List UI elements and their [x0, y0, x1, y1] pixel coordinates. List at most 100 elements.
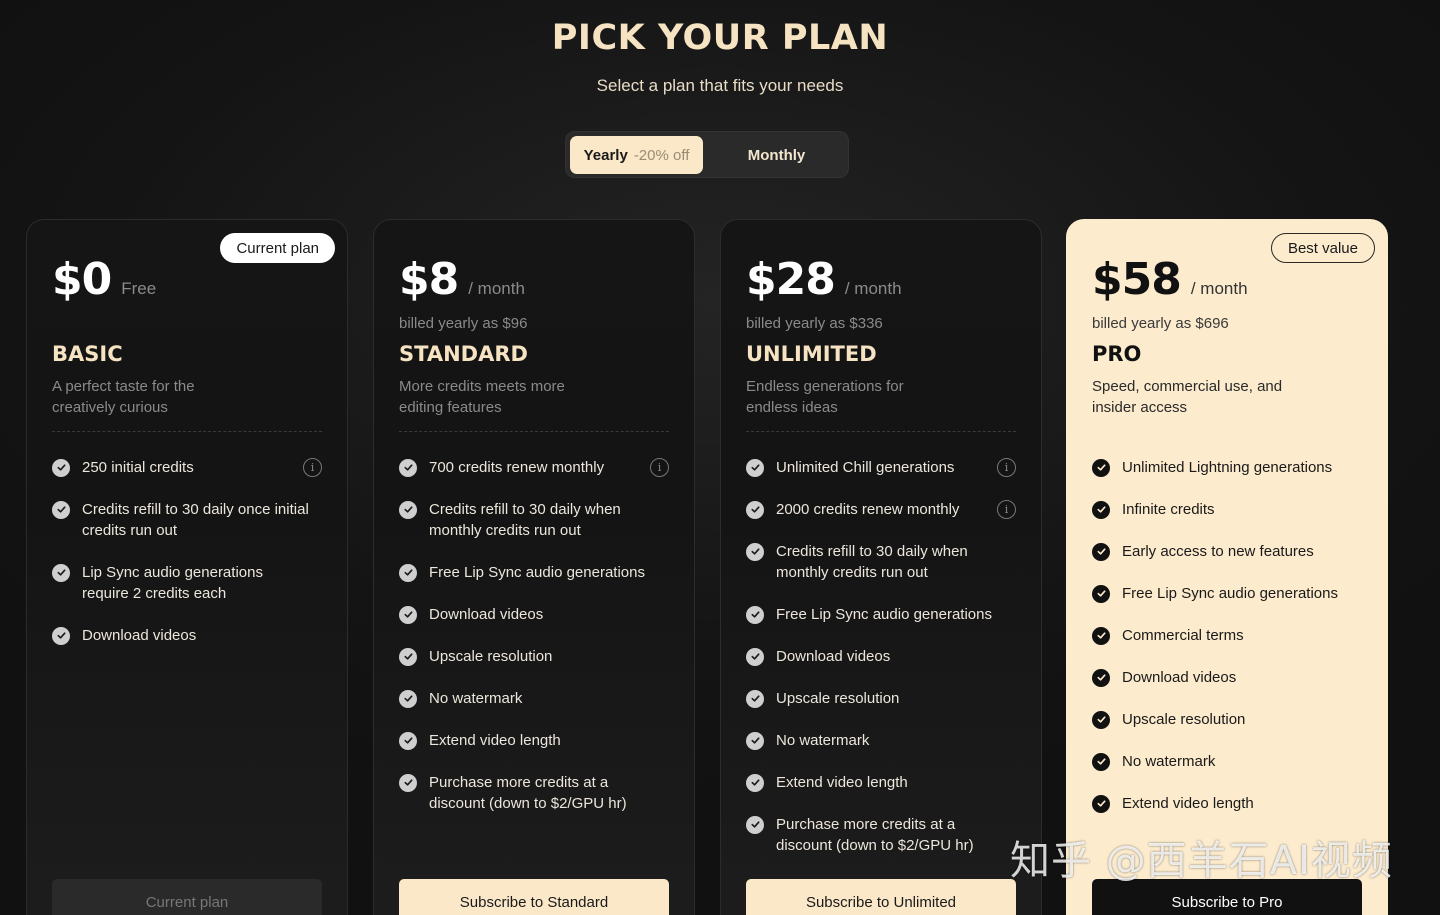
- price-row: $58 / month: [1092, 254, 1248, 305]
- plan-name: BASIC: [52, 342, 123, 366]
- feature-text: Upscale resolution: [776, 690, 900, 707]
- feature-text: Early access to new features: [1122, 543, 1314, 560]
- page-title: PICK YOUR PLAN: [551, 18, 889, 58]
- price-row: $0 Free: [52, 254, 156, 305]
- feature-item: Commercial terms: [1092, 625, 1362, 646]
- feature-item: Credits refill to 30 daily when monthly …: [746, 541, 1016, 583]
- plan-price: $0: [52, 254, 112, 305]
- divider: [746, 431, 1016, 432]
- check-circle-icon: [1092, 710, 1110, 729]
- feature-text: Download videos: [776, 648, 891, 665]
- plan-description: Endless generations for endless ideas: [746, 378, 904, 416]
- feature-item: Upscale resolution: [1092, 709, 1362, 730]
- feature-item: Extend video length: [1092, 793, 1362, 814]
- current-plan-badge: Current plan: [220, 233, 335, 263]
- feature-text: Lip Sync audio generations require 2 cre…: [82, 564, 263, 602]
- feature-item: Free Lip Sync audio generations: [399, 562, 669, 583]
- plan-period: Free: [121, 279, 157, 298]
- feature-list: Unlimited Chill generations i 2000 credits…: [746, 457, 1016, 877]
- feature-text: Unlimited Lightning generations: [1122, 459, 1333, 476]
- check-circle-icon: [746, 647, 764, 666]
- feature-list: Unlimited Lightning generations Infinite …: [1092, 457, 1362, 835]
- feature-item: Extend video length: [746, 772, 1016, 793]
- feature-list: 250 initial credits i Credits refill to 30…: [52, 457, 322, 667]
- check-circle-icon: [52, 458, 70, 477]
- feature-text: Download videos: [1122, 669, 1237, 686]
- check-circle-icon: [1092, 584, 1110, 603]
- yearly-discount: -20% off: [633, 146, 690, 164]
- feature-item: Free Lip Sync audio generations: [746, 604, 1016, 625]
- feature-item: Credits refill to 30 daily when monthly …: [399, 499, 669, 541]
- info-icon[interactable]: i: [997, 458, 1016, 477]
- plan-name: STANDARD: [399, 342, 528, 366]
- check-circle-icon: [746, 542, 764, 561]
- feature-text: 250 initial credits: [82, 459, 194, 476]
- feature-item: Extend video length: [399, 730, 669, 751]
- feature-text: Credits refill to 30 daily once initial …: [82, 501, 309, 539]
- check-circle-icon: [746, 689, 764, 708]
- plan-card-standard: $8 / month billed yearly as $96 STANDARD…: [373, 219, 695, 915]
- billed-yearly-note: billed yearly as $696: [1092, 315, 1229, 332]
- feature-text: Purchase more credits at a discount (dow…: [776, 816, 974, 854]
- check-circle-icon: [746, 773, 764, 792]
- feature-item: Download videos: [52, 625, 322, 646]
- divider: [399, 431, 669, 432]
- feature-item: Purchase more credits at a discount (dow…: [399, 772, 669, 814]
- feature-item: Early access to new features: [1092, 541, 1362, 562]
- current-plan-button[interactable]: Current plan: [52, 879, 322, 915]
- feature-item: 250 initial credits i: [52, 457, 322, 478]
- feature-text: Extend video length: [1122, 795, 1254, 812]
- check-circle-icon: [399, 773, 417, 792]
- info-icon[interactable]: i: [650, 458, 669, 477]
- feature-text: 2000 credits renew monthly: [776, 501, 960, 518]
- feature-text: Download videos: [82, 627, 197, 644]
- feature-item: No watermark: [746, 730, 1016, 751]
- monthly-label: Monthly: [747, 146, 806, 164]
- feature-item: Credits refill to 30 daily once initial …: [52, 499, 322, 541]
- check-circle-icon: [52, 626, 70, 645]
- plan-card-basic: Current plan $0 Free BASIC A perfect tas…: [26, 219, 348, 915]
- feature-item: No watermark: [1092, 751, 1362, 772]
- feature-text: Purchase more credits at a discount (dow…: [429, 774, 627, 812]
- feature-item: No watermark: [399, 688, 669, 709]
- billing-toggle: Yearly -20% off Monthly: [565, 131, 849, 178]
- feature-text: Commercial terms: [1122, 627, 1244, 644]
- billing-option-yearly[interactable]: Yearly -20% off: [570, 136, 703, 174]
- watermark: 知乎 @西羊石AI视频: [1010, 838, 1393, 884]
- feature-text: Upscale resolution: [1122, 711, 1246, 728]
- plan-card-unlimited: $28 / month billed yearly as $336 UNLIMI…: [720, 219, 1042, 915]
- feature-text: No watermark: [429, 690, 523, 707]
- feature-item: Free Lip Sync audio generations: [1092, 583, 1362, 604]
- feature-text: Credits refill to 30 daily when monthly …: [776, 543, 968, 581]
- check-circle-icon: [1092, 794, 1110, 813]
- plan-description: More credits meets more editing features: [399, 378, 565, 416]
- billed-yearly-note: billed yearly as $96: [399, 315, 528, 332]
- price-row: $8 / month: [399, 254, 525, 305]
- feature-item: 2000 credits renew monthly i: [746, 499, 1016, 520]
- subscribe-standard-button[interactable]: Subscribe to Standard: [399, 879, 669, 915]
- check-circle-icon: [399, 689, 417, 708]
- feature-item: Purchase more credits at a discount (dow…: [746, 814, 1016, 856]
- price-row: $28 / month: [746, 254, 902, 305]
- info-icon[interactable]: i: [303, 458, 322, 477]
- feature-text: No watermark: [776, 732, 870, 749]
- plan-price: $58: [1092, 254, 1182, 305]
- feature-item: Download videos: [746, 646, 1016, 667]
- plan-price: $8: [399, 254, 459, 305]
- check-circle-icon: [746, 815, 764, 834]
- feature-text: Unlimited Chill generations: [776, 459, 955, 476]
- feature-text: Free Lip Sync audio generations: [429, 564, 645, 581]
- subscribe-unlimited-button[interactable]: Subscribe to Unlimited: [746, 879, 1016, 915]
- feature-item: Lip Sync audio generations require 2 cre…: [52, 562, 322, 604]
- feature-text: Free Lip Sync audio generations: [1122, 585, 1338, 602]
- feature-item: Upscale resolution: [746, 688, 1016, 709]
- plan-description: Speed, commercial use, and insider acces…: [1092, 378, 1283, 416]
- feature-text: No watermark: [1122, 753, 1216, 770]
- check-circle-icon: [1092, 542, 1110, 561]
- info-icon[interactable]: i: [997, 500, 1016, 519]
- billing-option-monthly[interactable]: Monthly: [707, 136, 846, 174]
- plan-period: / month: [844, 279, 902, 298]
- feature-item: Upscale resolution: [399, 646, 669, 667]
- check-circle-icon: [746, 458, 764, 477]
- feature-text: Extend video length: [776, 774, 908, 791]
